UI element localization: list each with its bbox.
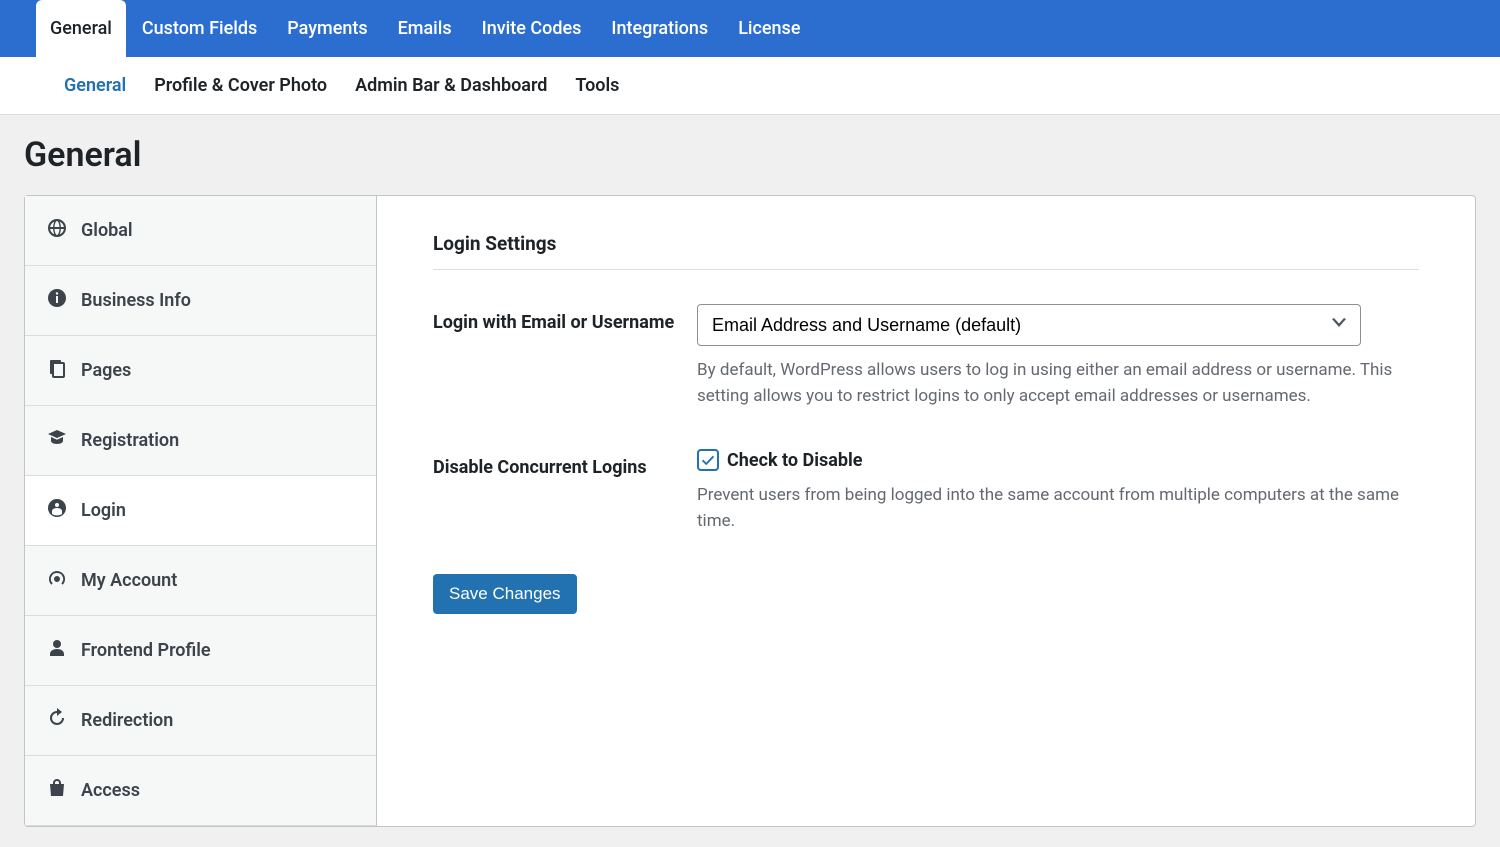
- sidebar-item-label: Registration: [81, 430, 179, 451]
- sub-tab-general[interactable]: General: [50, 57, 140, 114]
- check-icon: [701, 453, 715, 467]
- sidebar-item-label: Login: [81, 500, 126, 521]
- main-content: Login Settings Login with Email or Usern…: [377, 196, 1475, 826]
- sidebar-item-business-info[interactable]: Business Info: [25, 266, 376, 336]
- top-tab-payments[interactable]: Payments: [273, 0, 381, 57]
- gauge-icon: [47, 568, 67, 593]
- sidebar-item-label: Business Info: [81, 290, 191, 311]
- top-tab-custom-fields[interactable]: Custom Fields: [128, 0, 271, 57]
- sidebar-item-access[interactable]: Access: [25, 756, 376, 826]
- sidebar-item-label: Pages: [81, 360, 131, 381]
- sidebar-item-my-account[interactable]: My Account: [25, 546, 376, 616]
- top-tab-license[interactable]: License: [724, 0, 814, 57]
- sidebar-item-pages[interactable]: Pages: [25, 336, 376, 406]
- sidebar: Global Business Info Pages Registration Logi…: [25, 196, 377, 826]
- page-title: General: [24, 135, 1476, 175]
- disable-concurrent-help: Prevent users from being logged into the…: [697, 483, 1417, 534]
- sidebar-item-label: Access: [81, 780, 140, 801]
- user-icon: [47, 638, 67, 663]
- login-method-help: By default, WordPress allows users to lo…: [697, 358, 1417, 409]
- sub-tab-tools[interactable]: Tools: [561, 57, 633, 114]
- sidebar-item-global[interactable]: Global: [25, 196, 376, 266]
- disable-concurrent-checkbox-label: Check to Disable: [727, 450, 863, 471]
- sidebar-item-frontend-profile[interactable]: Frontend Profile: [25, 616, 376, 686]
- top-tab-integrations[interactable]: Integrations: [597, 0, 722, 57]
- top-tabs: GeneralCustom FieldsPaymentsEmailsInvite…: [0, 0, 1500, 57]
- sub-tab-admin-bar-dashboard[interactable]: Admin Bar & Dashboard: [341, 57, 561, 114]
- sidebar-item-label: Frontend Profile: [81, 640, 211, 661]
- sub-tabs: GeneralProfile & Cover PhotoAdmin Bar & …: [0, 57, 1500, 115]
- field-disable-concurrent: Disable Concurrent Logins Check to Disab…: [433, 449, 1419, 534]
- section-title: Login Settings: [433, 232, 1419, 270]
- field-label-disable-concurrent: Disable Concurrent Logins: [433, 449, 697, 534]
- pages-icon: [47, 358, 67, 383]
- top-tab-general[interactable]: General: [36, 0, 126, 57]
- login-method-select[interactable]: Email Address and Username (default): [697, 304, 1361, 346]
- sidebar-item-login[interactable]: Login: [25, 476, 376, 546]
- sidebar-item-label: My Account: [81, 570, 177, 591]
- info-icon: [47, 288, 67, 313]
- disable-concurrent-checkbox[interactable]: [697, 449, 719, 471]
- bag-icon: [47, 778, 67, 803]
- sidebar-item-redirection[interactable]: Redirection: [25, 686, 376, 756]
- save-button[interactable]: Save Changes: [433, 574, 577, 614]
- sidebar-item-registration[interactable]: Registration: [25, 406, 376, 476]
- globe-icon: [47, 218, 67, 243]
- sidebar-item-label: Redirection: [81, 710, 173, 731]
- top-tab-invite-codes[interactable]: Invite Codes: [468, 0, 596, 57]
- sidebar-item-label: Global: [81, 220, 133, 241]
- top-tab-emails[interactable]: Emails: [384, 0, 466, 57]
- field-login-method: Login with Email or Username Email Addre…: [433, 304, 1419, 409]
- field-label-login-method: Login with Email or Username: [433, 304, 697, 409]
- sub-tab-profile-cover-photo[interactable]: Profile & Cover Photo: [140, 57, 341, 114]
- settings-panel: Global Business Info Pages Registration Logi…: [24, 195, 1476, 827]
- redirect-icon: [47, 708, 67, 733]
- access-icon: [47, 498, 67, 523]
- grad-icon: [47, 428, 67, 453]
